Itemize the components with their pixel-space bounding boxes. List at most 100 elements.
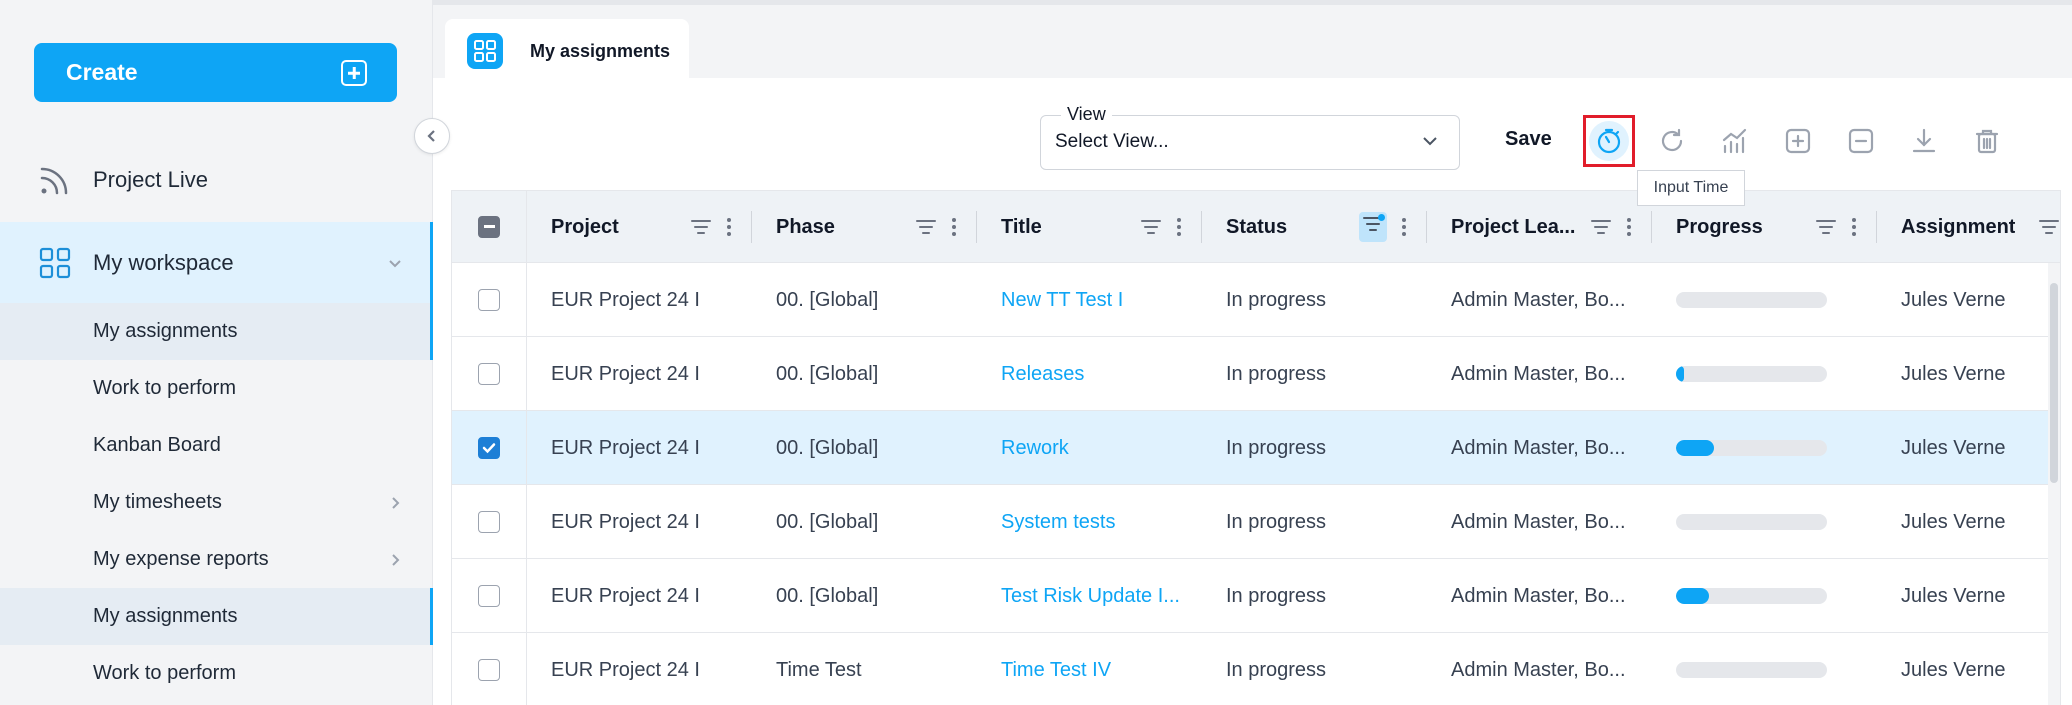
row-checkbox[interactable]	[478, 436, 500, 459]
sidebar-item-my-expense-reports[interactable]: My expense reports	[0, 531, 433, 588]
cell-status: In progress	[1226, 510, 1327, 533]
tab-my-assignments[interactable]: My assignments	[445, 19, 689, 83]
create-button[interactable]: Create	[34, 43, 397, 102]
cell-assignment: Jules Verne	[1901, 362, 2006, 385]
title-link[interactable]: New TT Test I	[1001, 263, 1191, 337]
trash-icon	[1975, 129, 1999, 154]
cell-progress	[1676, 263, 1856, 337]
refresh-button[interactable]	[1646, 115, 1698, 167]
filter-icon[interactable]	[2038, 218, 2060, 236]
table-row[interactable]: EUR Project 24 I 00. [Global] Releases In p…	[452, 337, 2060, 411]
cell-lead: Admin Master, Bo...	[1451, 362, 1626, 385]
table-row[interactable]: EUR Project 24 I 00. [Global] New TT Test …	[452, 263, 2060, 337]
table-row[interactable]: EUR Project 24 I 00. [Global] Test Risk Up…	[452, 559, 2060, 633]
sidebar-item-my-assignments-2[interactable]: My assignments	[0, 588, 433, 645]
select-all-cell	[452, 191, 527, 262]
cell-project: EUR Project 24 I	[551, 362, 700, 385]
progress-fill	[1676, 366, 1684, 382]
view-select[interactable]: View Select View...	[1040, 104, 1460, 170]
cell-assignment: Jules Verne	[1901, 288, 2006, 311]
view-select-label: View	[1061, 104, 1112, 125]
column-header-title[interactable]: Title	[977, 191, 1202, 263]
column-header-project[interactable]: Project	[527, 191, 752, 263]
filter-icon[interactable]	[1140, 218, 1162, 236]
cell-project: EUR Project 24 I	[551, 436, 700, 459]
sidebar-item-my-timesheets[interactable]: My timesheets	[0, 474, 433, 531]
cell-progress	[1676, 559, 1856, 633]
title-link[interactable]: Test Risk Update I...	[1001, 559, 1191, 633]
cell-phase: 00. [Global]	[776, 362, 879, 385]
row-checkbox[interactable]	[478, 362, 500, 385]
sidebar-collapse-button[interactable]	[414, 118, 450, 154]
more-vertical-icon[interactable]	[1851, 217, 1857, 237]
column-label: Project	[551, 215, 619, 238]
title-link[interactable]: System tests	[1001, 485, 1191, 559]
row-select-cell	[452, 559, 527, 632]
plus-square-icon	[341, 60, 367, 86]
cell-progress	[1676, 633, 1856, 705]
title-link[interactable]: Rework	[1001, 411, 1191, 485]
sidebar-item-label: My timesheets	[93, 491, 222, 513]
column-header-project-lead[interactable]: Project Lea...	[1427, 191, 1652, 263]
filter-icon[interactable]	[690, 218, 712, 236]
table-row[interactable]: EUR Project 24 I Time Test Time Test IV In …	[452, 633, 2060, 705]
row-checkbox[interactable]	[478, 584, 500, 607]
column-label: Phase	[776, 215, 835, 238]
cell-progress	[1676, 485, 1856, 559]
chevron-right-icon	[392, 553, 400, 566]
more-vertical-icon[interactable]	[1401, 217, 1407, 237]
column-header-status[interactable]: Status	[1202, 191, 1427, 263]
more-vertical-icon[interactable]	[1176, 217, 1182, 237]
nav-item-project-live[interactable]: Project Live	[0, 150, 433, 210]
cell-lead: Admin Master, Bo...	[1451, 288, 1626, 311]
column-header-phase[interactable]: Phase	[752, 191, 977, 263]
cell-lead: Admin Master, Bo...	[1451, 584, 1626, 607]
filter-icon[interactable]	[1590, 218, 1612, 236]
nav-item-my-workspace[interactable]: My workspace	[0, 222, 433, 304]
more-vertical-icon[interactable]	[1626, 217, 1632, 237]
cell-status: In progress	[1226, 362, 1327, 385]
sidebar-item-my-assignments[interactable]: My assignments	[0, 303, 433, 360]
row-checkbox[interactable]	[478, 288, 500, 311]
column-header-assignment[interactable]: Assignment	[1877, 191, 2060, 263]
dashboard-grid-icon	[39, 247, 71, 279]
scrollbar-thumb[interactable]	[2050, 283, 2058, 483]
table-row[interactable]: EUR Project 24 I 00. [Global] System tests…	[452, 485, 2060, 559]
sidebar-item-kanban-board[interactable]: Kanban Board	[0, 417, 433, 474]
more-vertical-icon[interactable]	[726, 217, 732, 237]
title-link[interactable]: Releases	[1001, 337, 1191, 411]
row-select-cell	[452, 411, 527, 484]
row-select-cell	[452, 263, 527, 336]
sidebar-item-label: Work to perform	[93, 377, 236, 399]
view-select-value: Select View...	[1055, 131, 1169, 152]
table-row[interactable]: EUR Project 24 I 00. [Global] Rework In pro…	[452, 411, 2060, 485]
sidebar-item-work-to-perform[interactable]: Work to perform	[0, 360, 433, 417]
grid-scrollbar[interactable]	[2048, 263, 2060, 705]
row-select-cell	[452, 633, 527, 705]
select-all-checkbox[interactable]	[478, 215, 500, 238]
sidebar-item-work-to-perform-2[interactable]: Work to perform	[0, 645, 433, 702]
cell-progress	[1676, 411, 1856, 485]
expand-all-button[interactable]	[1772, 115, 1824, 167]
sidebar: Create Project Live My workspace My assi…	[0, 0, 433, 705]
input-time-button[interactable]	[1583, 115, 1635, 167]
cell-project: EUR Project 24 I	[551, 658, 700, 681]
filter-icon[interactable]	[915, 218, 937, 236]
row-select-cell	[452, 337, 527, 410]
minus-square-icon	[1848, 128, 1874, 154]
cell-status: In progress	[1226, 436, 1327, 459]
save-button[interactable]: Save	[1505, 128, 1552, 151]
progress-bar	[1676, 514, 1827, 530]
filter-icon[interactable]	[1815, 218, 1837, 236]
row-checkbox[interactable]	[478, 658, 500, 681]
row-checkbox[interactable]	[478, 510, 500, 533]
collapse-all-button[interactable]	[1835, 115, 1887, 167]
title-link[interactable]: Time Test IV	[1001, 633, 1191, 705]
active-filter-icon[interactable]	[1359, 212, 1387, 242]
sidebar-item-label: My assignments	[93, 320, 238, 342]
more-vertical-icon[interactable]	[951, 217, 957, 237]
delete-button[interactable]	[1961, 115, 2013, 167]
chart-button[interactable]	[1709, 115, 1761, 167]
main-area: My assignments View Select View... Save	[433, 0, 2072, 705]
download-button[interactable]	[1898, 115, 1950, 167]
